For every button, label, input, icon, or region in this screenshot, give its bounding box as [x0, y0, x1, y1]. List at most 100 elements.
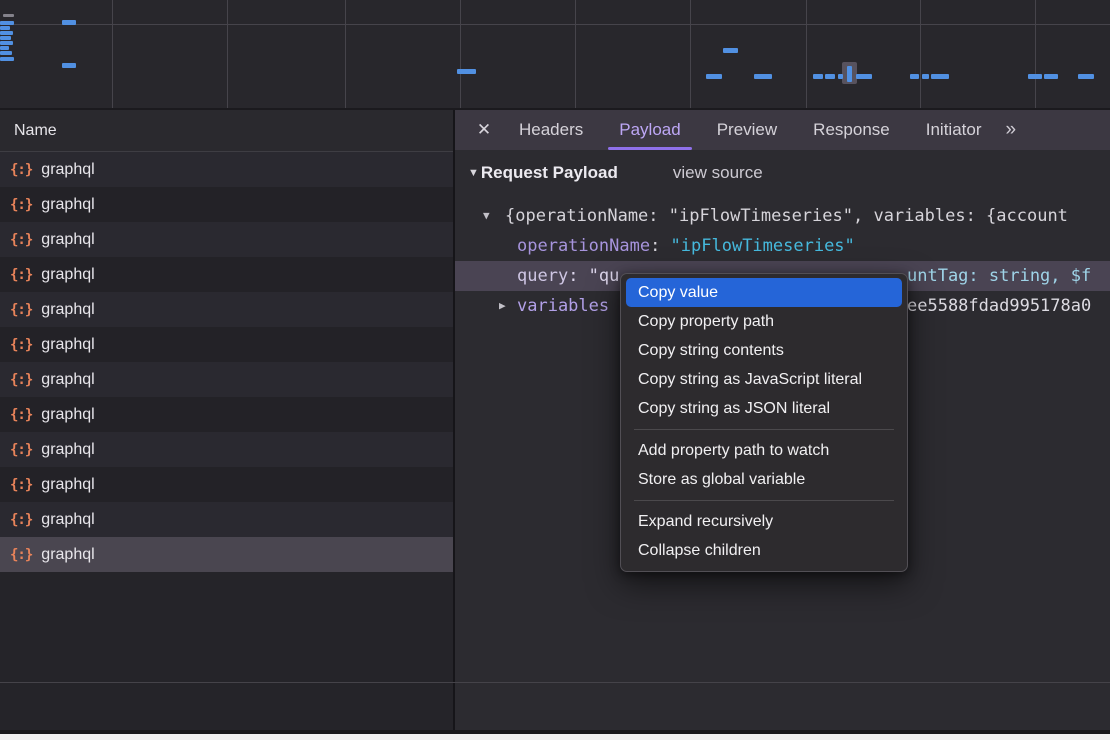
request-name-label: graphql — [41, 266, 94, 284]
json-braces-icon: {:} — [10, 337, 32, 353]
waterfall-bar — [3, 14, 14, 17]
network-request-row[interactable]: {:}graphql — [0, 327, 453, 362]
operation-name-row[interactable]: operationName: "ipFlowTimeseries" — [455, 231, 1110, 261]
json-braces-icon: {:} — [10, 302, 32, 318]
request-name-label: graphql — [41, 406, 94, 424]
waterfall-bar — [0, 46, 9, 50]
menu-item-expand-recursively[interactable]: Expand recursively — [621, 507, 907, 536]
menu-item-copy-string-as-javascript-literal[interactable]: Copy string as JavaScript literal — [621, 365, 907, 394]
waterfall-gridline — [920, 0, 921, 108]
network-request-row[interactable]: {:} graphql — [0, 537, 453, 572]
waterfall-bar — [754, 74, 772, 79]
waterfall-bar — [931, 74, 949, 79]
network-request-row[interactable]: {:}graphql — [0, 257, 453, 292]
waterfall-bar — [723, 48, 738, 53]
menu-item-store-as-global-variable[interactable]: Store as global variable — [621, 465, 907, 494]
waterfall-bar — [706, 74, 722, 79]
menu-item-copy-property-path[interactable]: Copy property path — [621, 307, 907, 336]
key-separator: : — [568, 266, 588, 286]
waterfall-bar — [838, 74, 843, 79]
network-request-row[interactable]: {:}graphql — [0, 467, 453, 502]
collapse-triangle-icon[interactable]: ▼ — [468, 167, 479, 179]
network-request-row[interactable]: {:} graphql — [0, 222, 453, 257]
network-request-row[interactable]: {:}graphql — [0, 397, 453, 432]
waterfall-bar — [0, 36, 11, 40]
json-braces-icon: {:} — [10, 372, 32, 388]
waterfall-bar — [847, 66, 852, 82]
more-tabs-icon[interactable]: » — [1005, 119, 1014, 141]
tab-preview[interactable]: Preview — [702, 110, 792, 150]
collapsed-triangle-icon[interactable]: ▶ — [499, 291, 506, 321]
request-name-label: graphql — [41, 546, 94, 564]
payload-root-preview: {operationName: "ipFlowTimeseries", vari… — [505, 201, 1068, 231]
json-braces-icon: {:} — [10, 442, 32, 458]
devtools-network-panel: Name {:} graphql {:} graphql {:} graphql {:} gr… — [0, 0, 1110, 740]
waterfall-bar — [910, 74, 919, 79]
json-braces-icon: {:} — [10, 547, 32, 563]
key-separator: : — [650, 236, 670, 256]
waterfall-bar — [1078, 74, 1094, 79]
variables-preview-fragment: ee5588fdad995178a0 — [907, 291, 1091, 321]
network-request-row[interactable]: {:}graphql — [0, 187, 453, 222]
payload-root-row[interactable]: ▼ {operationName: "ipFlowTimeseries", va… — [455, 201, 1110, 231]
waterfall-gridline — [345, 0, 346, 108]
waterfall-bar — [1044, 74, 1058, 79]
waterfall-gridline — [1035, 0, 1036, 108]
waterfall-bar — [62, 20, 76, 25]
expanded-triangle-icon[interactable]: ▼ — [483, 201, 490, 231]
tab-payload[interactable]: Payload — [604, 110, 695, 150]
network-request-row[interactable]: {:} graphql — [0, 292, 453, 327]
menu-separator — [634, 500, 894, 501]
waterfall-gridline — [112, 0, 113, 108]
request-name-label: graphql — [41, 231, 94, 249]
close-icon[interactable]: ✕ — [467, 120, 501, 140]
request-list-panel: Name {:} graphql {:} graphql {:} graphql {:} gr… — [0, 110, 453, 733]
json-braces-icon: {:} — [10, 162, 32, 178]
menu-item-copy-string-contents[interactable]: Copy string contents — [621, 336, 907, 365]
waterfall-bar — [62, 63, 76, 68]
network-overview-waterfall[interactable] — [0, 0, 1110, 110]
tab-initiator[interactable]: Initiator — [911, 110, 997, 150]
waterfall-gridline — [806, 0, 807, 108]
network-request-row[interactable]: {:}graphql — [0, 502, 453, 537]
network-request-row[interactable]: {:} graphql — [0, 362, 453, 397]
request-name-label: graphql — [41, 371, 94, 389]
request-payload-header: ▼ Request Payload view source — [468, 163, 763, 183]
name-column-label: Name — [14, 122, 57, 140]
property-key: operationName — [517, 236, 650, 256]
view-source-link[interactable]: view source — [673, 163, 763, 183]
waterfall-bar — [0, 41, 13, 45]
property-key: variables — [517, 296, 609, 316]
json-braces-icon: {:} — [10, 477, 32, 493]
menu-item-collapse-children[interactable]: Collapse children — [621, 536, 907, 565]
network-request-row[interactable]: {:} graphql — [0, 432, 453, 467]
menu-item-add-property-path-to-watch[interactable]: Add property path to watch — [621, 436, 907, 465]
name-column-header[interactable]: Name — [0, 110, 453, 152]
waterfall-gridline — [575, 0, 576, 108]
waterfall-bar — [0, 57, 14, 61]
menu-item-copy-string-as-json-literal[interactable]: Copy string as JSON literal — [621, 394, 907, 423]
request-name-label: graphql — [41, 196, 94, 214]
waterfall-gridline — [460, 0, 461, 108]
menu-item-copy-value[interactable]: Copy value — [626, 278, 902, 307]
waterfall-bar — [0, 26, 10, 30]
network-request-row[interactable]: {:} graphql — [0, 152, 453, 187]
property-value: "ipFlowTimeseries" — [671, 236, 855, 256]
json-braces-icon: {:} — [10, 232, 32, 248]
waterfall-bar — [813, 74, 823, 79]
request-name-label: graphql — [41, 301, 94, 319]
waterfall-gridline — [227, 0, 228, 108]
waterfall-bar — [1028, 74, 1042, 79]
tab-headers[interactable]: Headers — [504, 110, 598, 150]
tab-response[interactable]: Response — [798, 110, 905, 150]
waterfall-gridline — [690, 0, 691, 108]
waterfall-bar — [0, 21, 14, 25]
waterfall-bar — [825, 74, 835, 79]
request-name-label: graphql — [41, 161, 94, 179]
waterfall-bar — [0, 51, 12, 55]
menu-separator — [634, 429, 894, 430]
request-payload-title: Request Payload — [481, 163, 618, 183]
request-name-label: graphql — [41, 441, 94, 459]
request-name-label: graphql — [41, 511, 94, 529]
page-background-strip — [0, 734, 1110, 740]
